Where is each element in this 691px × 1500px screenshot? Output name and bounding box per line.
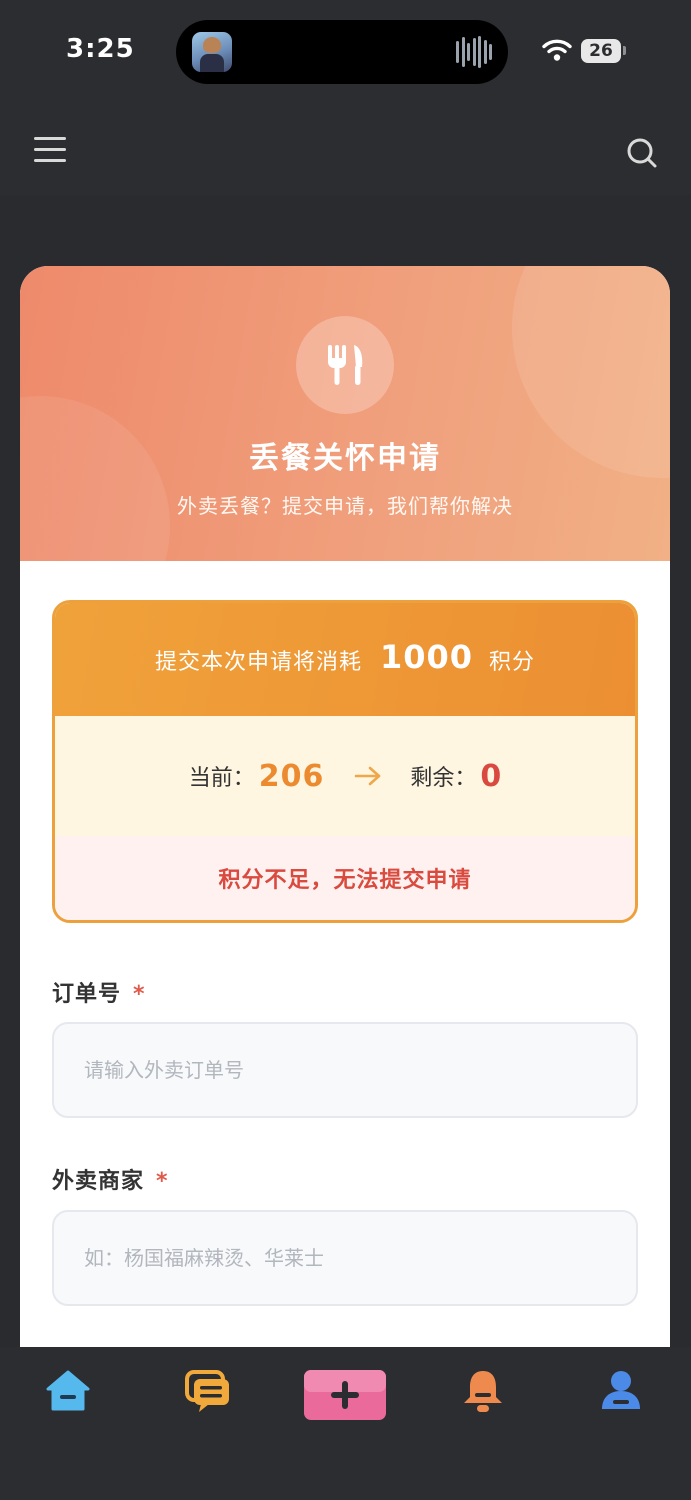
- audio-wave-icon: [456, 36, 492, 68]
- points-cost-header: 提交本次申请将消耗 1000 积分: [55, 603, 635, 716]
- battery-cap: [623, 46, 626, 55]
- merchant-input[interactable]: [52, 1210, 638, 1306]
- current-label: 当前：: [188, 766, 255, 791]
- cost-suffix: 积分: [489, 649, 536, 675]
- tab-notifications[interactable]: [462, 1369, 504, 1421]
- merchant-label: 外卖商家 *: [52, 1163, 169, 1195]
- chat-icon: [185, 1370, 229, 1412]
- arrow-right-icon: [355, 766, 381, 786]
- tab-messages[interactable]: [185, 1369, 231, 1421]
- required-mark: *: [133, 982, 146, 1007]
- order-number-label: 订单号 *: [52, 976, 146, 1008]
- points-cost-panel: 提交本次申请将消耗 1000 积分 当前： 206 剩余： 0 积分不足，无法提…: [52, 600, 638, 923]
- order-number-label-text: 订单号: [52, 982, 122, 1007]
- app-avatar-icon: [192, 32, 232, 72]
- bell-icon: [464, 1371, 502, 1412]
- hero-banner: 丢餐关怀申请 外卖丢餐？提交申请，我们帮你解决: [20, 266, 670, 561]
- user-icon: [602, 1371, 640, 1409]
- merchant-label-text: 外卖商家: [52, 1169, 145, 1194]
- tab-add[interactable]: [304, 1369, 386, 1421]
- remaining-points: 0: [480, 758, 502, 794]
- search-icon[interactable]: [626, 137, 658, 169]
- home-icon: [46, 1370, 90, 1411]
- status-bar: 3:25 26: [0, 0, 691, 105]
- cost-prefix: 提交本次申请将消耗: [154, 649, 362, 675]
- decorative-circle: [20, 396, 170, 561]
- battery-icon: 26: [581, 39, 621, 63]
- menu-icon[interactable]: [34, 137, 66, 163]
- plus-icon: [304, 1370, 386, 1420]
- wifi-icon: [542, 39, 572, 61]
- cost-amount: 1000: [379, 637, 474, 676]
- tab-profile[interactable]: [600, 1369, 642, 1421]
- required-mark: *: [156, 1169, 169, 1194]
- tab-home[interactable]: [46, 1369, 90, 1421]
- dynamic-island[interactable]: [176, 20, 508, 84]
- app-header: [0, 105, 691, 195]
- status-time: 3:25: [66, 34, 135, 64]
- page-subtitle: 外卖丢餐？提交申请，我们帮你解决: [177, 494, 513, 518]
- page-title: 丢餐关怀申请: [249, 441, 441, 476]
- points-balance-row: 当前： 206 剩余： 0: [55, 716, 635, 836]
- remain-label: 剩余：: [410, 766, 477, 791]
- insufficient-points-warning: 积分不足，无法提交申请: [55, 836, 635, 920]
- order-number-input[interactable]: [52, 1022, 638, 1118]
- fork-knife-icon: [296, 316, 394, 414]
- current-points: 206: [258, 758, 325, 794]
- bottom-tab-bar: [0, 1347, 691, 1500]
- application-card: 丢餐关怀申请 外卖丢餐？提交申请，我们帮你解决 提交本次申请将消耗 1000 积…: [20, 266, 670, 1386]
